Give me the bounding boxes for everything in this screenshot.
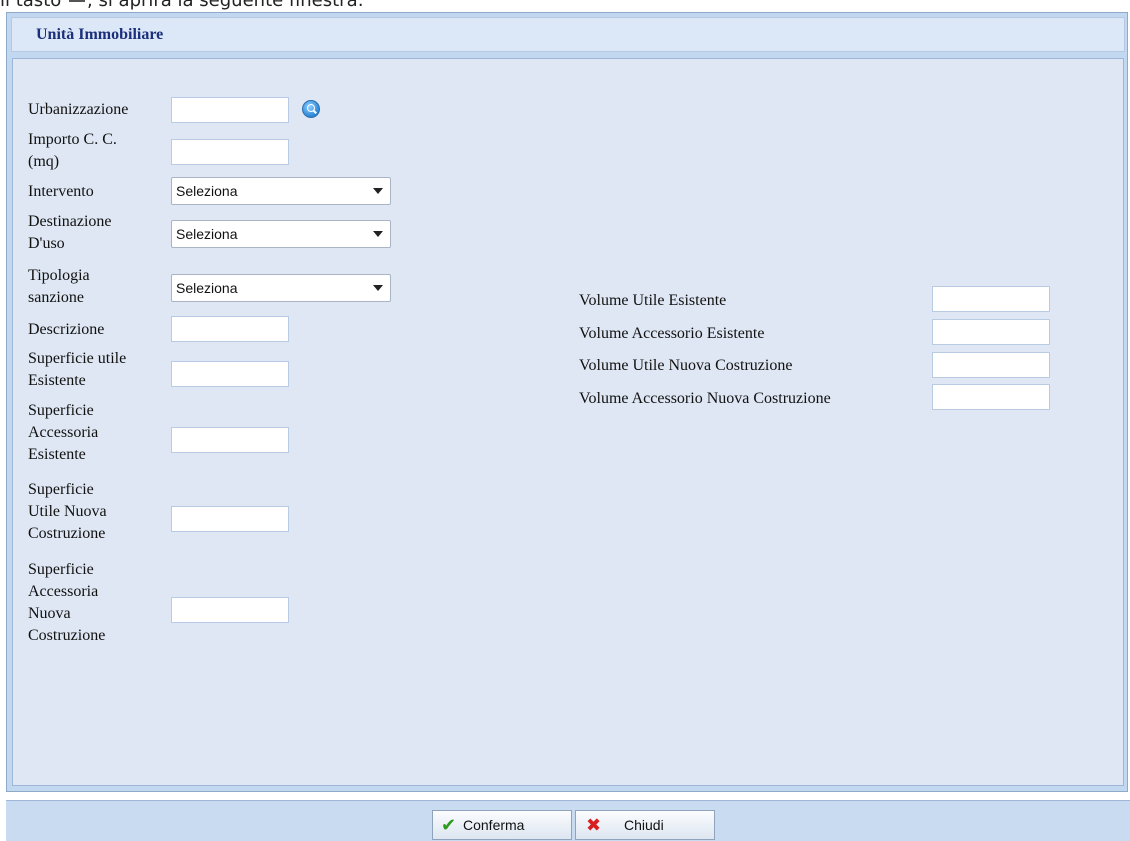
- sup-accessoria-esistente-line2: Accessoria: [28, 424, 99, 441]
- unita-immobiliare-window: Unità Immobiliare Urbanizzazione Importo…: [6, 12, 1128, 792]
- search-icon[interactable]: [302, 100, 320, 118]
- sup-utile-esistente-label: Superficie utile Esistente: [28, 348, 126, 392]
- tipologia-select[interactable]: Seleziona: [171, 274, 391, 302]
- destinazione-select[interactable]: Seleziona: [171, 220, 391, 248]
- window-title-bar: Unità Immobiliare: [11, 17, 1125, 52]
- destinazione-label: Destinazione D'uso: [28, 211, 112, 255]
- vol-accessorio-esistente-input[interactable]: [932, 319, 1050, 345]
- caption-prefix: il tasto: [0, 0, 62, 11]
- confirm-button[interactable]: ✔ Conferma: [432, 810, 572, 840]
- sup-accessoria-nuova-line3: Nuova: [28, 605, 71, 622]
- caption-suffix: , si aprirà la seguente finestra:: [87, 0, 364, 11]
- descrizione-input[interactable]: [171, 316, 289, 342]
- chevron-down-icon: [373, 285, 383, 291]
- close-icon: ✖: [586, 815, 602, 835]
- tipologia-selected-value: Seleziona: [176, 280, 238, 296]
- intervento-selected-value: Seleziona: [176, 183, 238, 199]
- destinazione-label-line1: Destinazione: [28, 213, 112, 230]
- importo-cc-label-line1: Importo C. C.: [28, 131, 117, 148]
- sup-utile-nuova-line1: Superficie: [28, 481, 94, 498]
- confirm-button-label: Conferma: [463, 817, 525, 833]
- vol-utile-nuova-label: Volume Utile Nuova Costruzione: [579, 357, 793, 374]
- vol-utile-esistente-input[interactable]: [932, 286, 1050, 312]
- sup-utile-nuova-input[interactable]: [171, 506, 289, 532]
- sup-utile-esistente-line2: Esistente: [28, 372, 86, 389]
- vol-utile-nuova-input[interactable]: [932, 352, 1050, 378]
- window-title: Unità Immobiliare: [36, 26, 164, 43]
- vol-utile-esistente-label: Volume Utile Esistente: [579, 292, 727, 309]
- descrizione-label: Descrizione: [28, 321, 105, 338]
- chevron-down-icon: [373, 188, 383, 194]
- destinazione-label-line2: D'uso: [28, 235, 65, 252]
- vol-accessorio-esistente-label: Volume Accessorio Esistente: [579, 325, 765, 342]
- close-button[interactable]: ✖ Chiudi: [575, 810, 715, 840]
- sup-accessoria-nuova-label: Superficie Accessoria Nuova Costruzione: [28, 559, 105, 647]
- importo-cc-input[interactable]: [171, 139, 289, 165]
- sup-accessoria-nuova-input[interactable]: [171, 597, 289, 623]
- importo-cc-label-line2: (mq): [28, 153, 60, 170]
- vol-accessorio-nuova-label: Volume Accessorio Nuova Costruzione: [579, 390, 831, 407]
- tipologia-label-line2: sanzione: [28, 289, 84, 306]
- sup-accessoria-esistente-line3: Esistente: [28, 446, 86, 463]
- tipologia-label: Tipologia sanzione: [28, 265, 90, 309]
- sup-utile-nuova-line3: Costruzione: [28, 525, 106, 542]
- importo-cc-label: Importo C. C. (mq): [28, 129, 117, 173]
- button-glyph-icon: [69, 0, 85, 2]
- sup-accessoria-esistente-line1: Superficie: [28, 402, 94, 419]
- form-panel: Urbanizzazione Importo C. C. (mq) Interv…: [12, 58, 1124, 786]
- chevron-down-icon: [373, 231, 383, 237]
- sup-accessoria-esistente-input[interactable]: [171, 427, 289, 453]
- sup-utile-nuova-label: Superficie Utile Nuova Costruzione: [28, 479, 107, 545]
- intervento-select[interactable]: Seleziona: [171, 177, 391, 205]
- destinazione-selected-value: Seleziona: [176, 226, 238, 242]
- urbanizzazione-input[interactable]: [171, 97, 289, 123]
- intervento-label: Intervento: [28, 183, 94, 200]
- sup-accessoria-nuova-line1: Superficie: [28, 561, 94, 578]
- sup-accessoria-esistente-label: Superficie Accessoria Esistente: [28, 400, 98, 466]
- urbanizzazione-label: Urbanizzazione: [28, 101, 129, 118]
- sup-utile-esistente-input[interactable]: [171, 361, 289, 387]
- document-caption: il tasto , si aprirà la seguente finestr…: [0, 0, 1130, 12]
- close-button-label: Chiudi: [624, 817, 664, 833]
- tipologia-label-line1: Tipologia: [28, 267, 90, 284]
- sup-utile-nuova-line2: Utile Nuova: [28, 503, 107, 520]
- sup-accessoria-nuova-line4: Costruzione: [28, 627, 106, 644]
- sup-accessoria-nuova-line2: Accessoria: [28, 583, 99, 600]
- checkmark-icon: ✔: [441, 815, 457, 835]
- vol-accessorio-nuova-input[interactable]: [932, 384, 1050, 410]
- sup-utile-esistente-line1: Superficie utile: [28, 350, 127, 367]
